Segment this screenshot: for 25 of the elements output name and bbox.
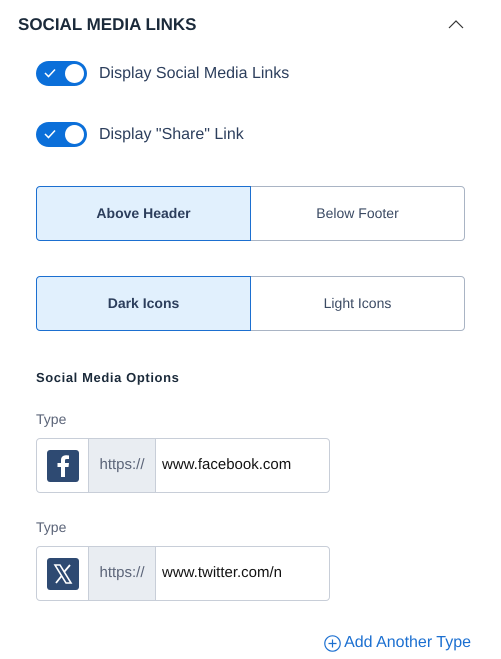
- segment-button[interactable]: Below Footer: [250, 186, 465, 240]
- add-type-link[interactable]: Add Another Type: [324, 631, 471, 655]
- url-field[interactable]: https:// www.facebook.com: [36, 438, 330, 493]
- field-label: Type: [36, 410, 68, 429]
- field-label: Type: [36, 518, 68, 537]
- url-prefix: https://: [89, 547, 156, 600]
- toggle-switch[interactable]: [36, 61, 87, 86]
- plus-circle-icon: [324, 634, 342, 652]
- toggle-label: Display Social Media Links: [99, 64, 290, 84]
- letter-f-icon: [46, 450, 78, 482]
- collapse-button[interactable]: [447, 18, 465, 31]
- x-icon: [46, 558, 78, 590]
- options-heading: Social Media Options: [36, 368, 180, 387]
- checkmark-icon: [44, 68, 56, 78]
- toggle-switch[interactable]: [36, 122, 87, 147]
- segment-button[interactable]: Above Header: [36, 186, 251, 240]
- url-field[interactable]: https:// www.twitter.com/n: [36, 546, 330, 601]
- segment-button[interactable]: Dark Icons: [36, 276, 251, 330]
- url-value: www.twitter.com/n: [161, 563, 282, 584]
- checkmark-icon: [44, 129, 56, 139]
- url-value: www.facebook.com: [161, 455, 292, 476]
- toggle-label: Display "Share" Link: [99, 124, 244, 144]
- url-prefix: https://: [89, 439, 156, 492]
- section-title: SOCIAL MEDIA LINKS: [18, 14, 197, 36]
- segment-button[interactable]: Light Icons: [250, 276, 465, 330]
